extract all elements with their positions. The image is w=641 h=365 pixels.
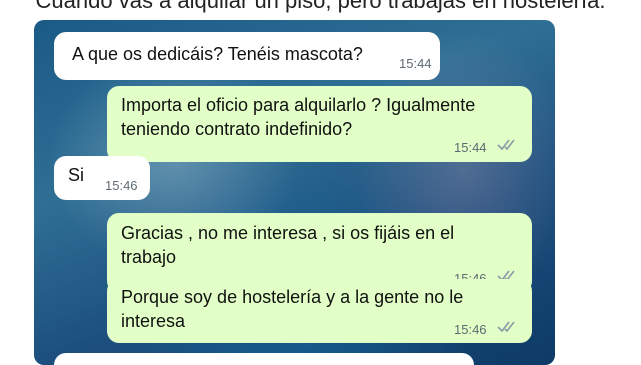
- read-ticks-icon: [497, 321, 515, 333]
- message-time: 15:46: [105, 178, 138, 193]
- message-text: Importa el oficio para alquilarlo ? Igua…: [121, 95, 476, 139]
- message-bubble-outgoing[interactable]: Importa el oficio para alquilarlo ? Igua…: [107, 86, 532, 162]
- chat-screenshot: A que os dedicáis? Tenéis mascota? 15:44…: [34, 20, 555, 365]
- message-bubble-incoming[interactable]: A que os dedicáis? Tenéis mascota? 15:44: [54, 32, 440, 80]
- message-time: 15:46: [454, 322, 487, 337]
- message-text: Si: [68, 165, 85, 185]
- message-time: 15:44: [454, 140, 487, 155]
- read-ticks-icon: [497, 139, 515, 151]
- message-bubble-incoming[interactable]: Si 15:46: [54, 156, 150, 200]
- message-text: Gracias , no me interesa , si os fijáis …: [121, 223, 455, 267]
- message-bubble-outgoing[interactable]: Porque soy de hostelería y a la gente no…: [107, 279, 532, 343]
- message-text: Porque soy de hostelería y a la gente no…: [121, 287, 464, 331]
- message-text: A que os dedicáis? Tenéis mascota?: [72, 44, 363, 64]
- message-bubble-partial[interactable]: [54, 353, 474, 365]
- message-time: 15:44: [399, 56, 432, 71]
- tweet-caption: Cuando vas a alquilar un piso, pero trab…: [35, 0, 606, 13]
